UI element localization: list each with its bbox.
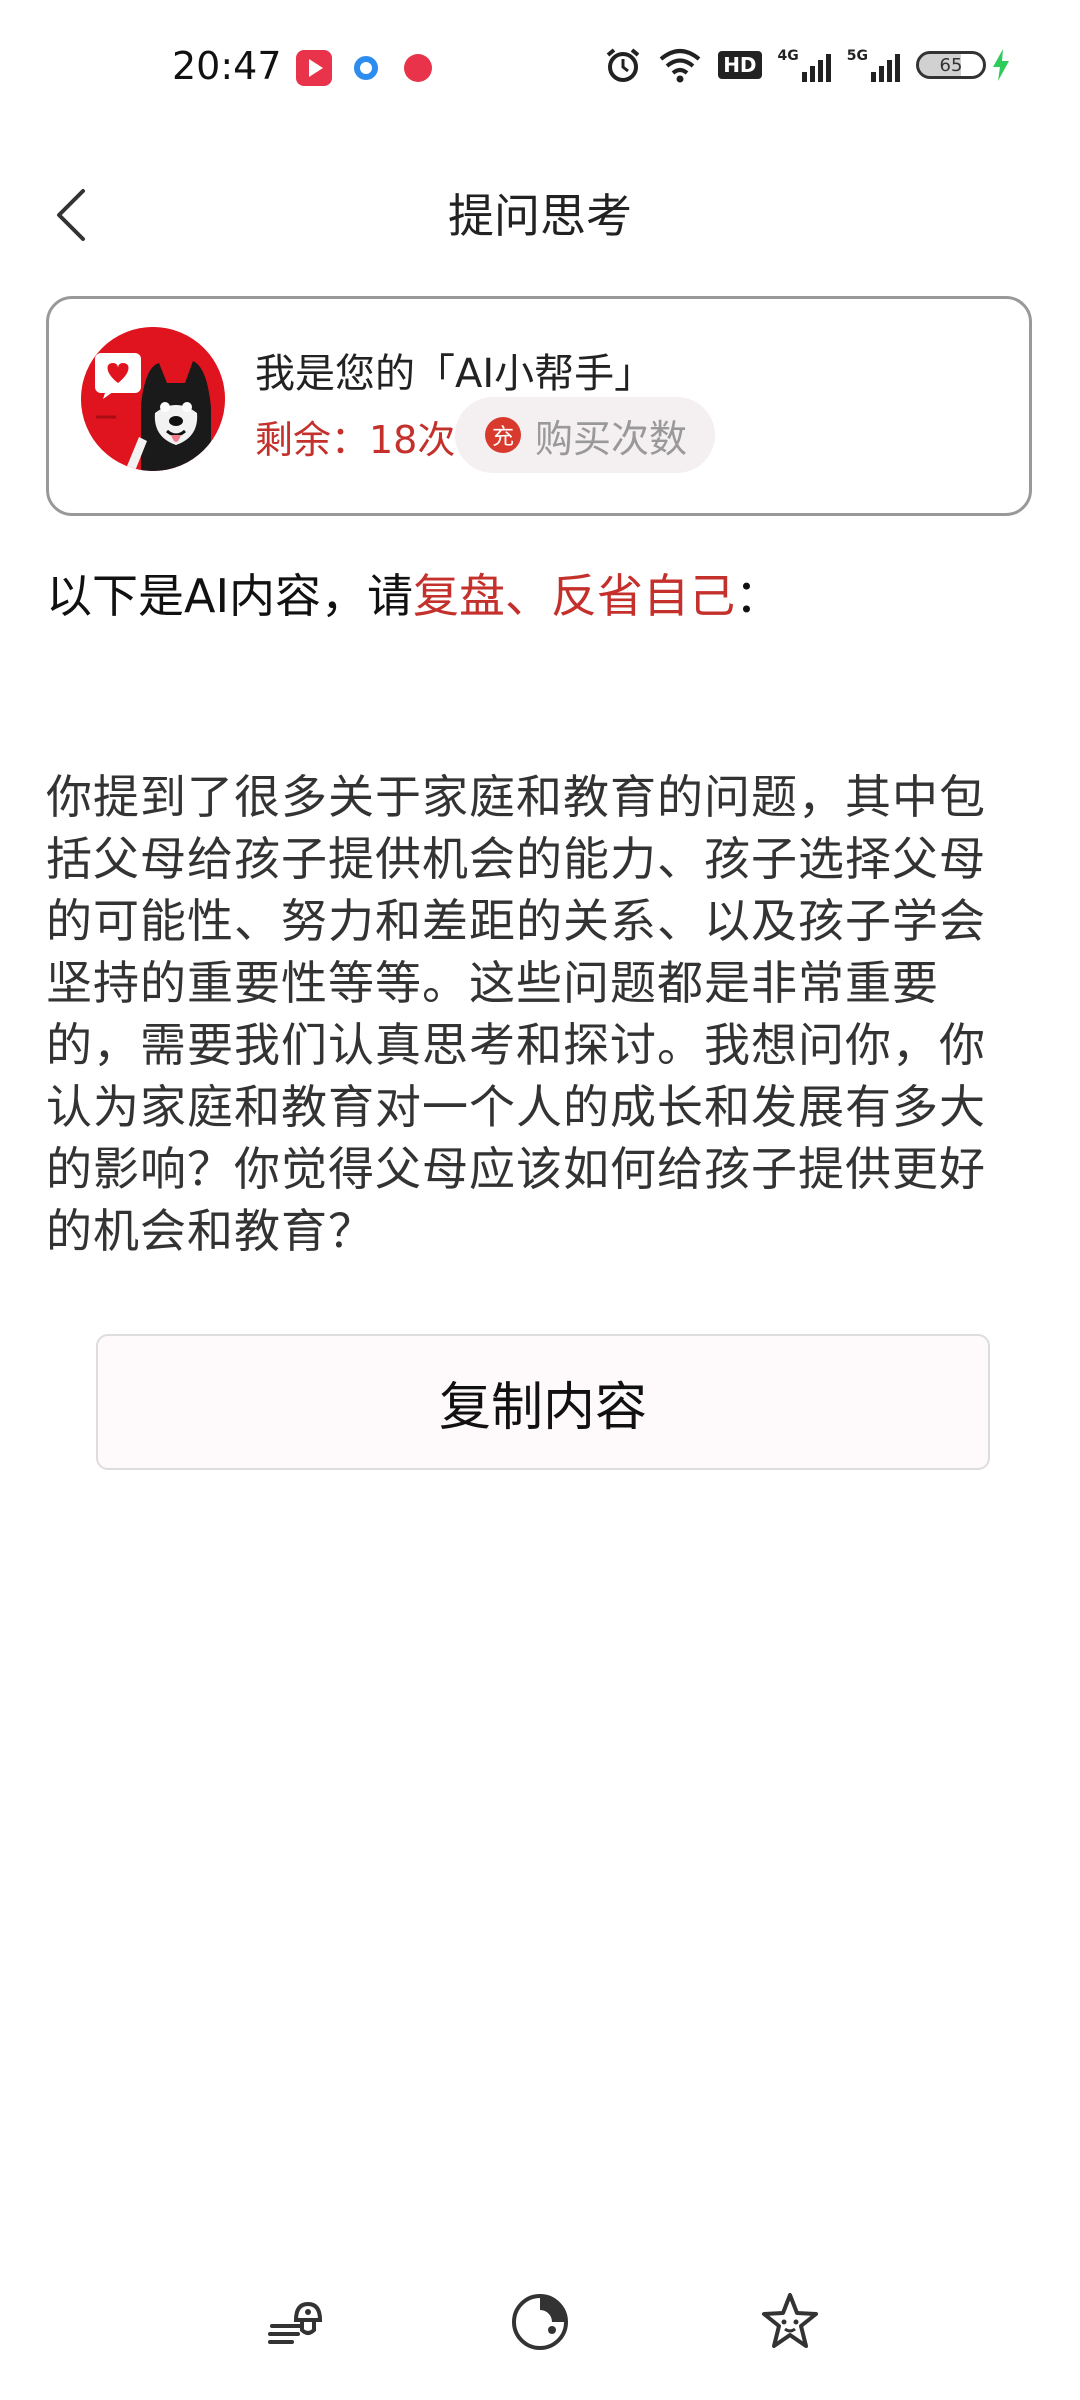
copy-content-button[interactable]: 复制内容 xyxy=(96,1334,990,1470)
recharge-icon: 充 xyxy=(485,417,521,453)
ai-assistant-name: 我是您的「AI小帮手」 xyxy=(255,351,655,397)
system-status-icons: HD 4G 5G 65 xyxy=(604,46,1010,84)
blue-dot-app-icon xyxy=(348,50,384,86)
5g-label: 5G xyxy=(846,48,868,64)
battery-level: 65 xyxy=(939,54,963,76)
red-record-app-icon xyxy=(400,50,436,86)
intro-line: 以下是AI内容，请复盘、反省自己： xyxy=(46,560,781,626)
status-bar: 20:47 HD 4G 5G 65 xyxy=(0,0,1080,140)
tools-icon[interactable] xyxy=(262,2290,326,2354)
intro-highlight: 复盘、反省自己 xyxy=(413,569,736,623)
clock-icon[interactable] xyxy=(508,2290,572,2354)
bottom-nav xyxy=(0,2250,1080,2400)
star-face-icon[interactable] xyxy=(758,2290,822,2354)
4g-label: 4G xyxy=(777,48,799,64)
remaining-count: 剩余：18次 xyxy=(255,418,456,462)
intro-suffix: ： xyxy=(735,569,782,623)
dog-avatar-icon xyxy=(81,327,225,471)
ai-assistant-card: 我是您的「AI小帮手」 剩余：18次 充 购买次数 xyxy=(46,296,1032,516)
hd-label: HD xyxy=(723,53,757,77)
intro-prefix: 以下是AI内容，请 xyxy=(46,569,414,623)
hd-icon: HD xyxy=(718,51,762,79)
wifi-icon xyxy=(659,49,701,83)
ai-content-text: 你提到了很多关于家庭和教育的问题，其中包括父母给孩子提供机会的能力、孩子选择父母… xyxy=(46,770,986,1258)
charging-icon xyxy=(993,49,1009,81)
video-app-icon xyxy=(296,50,332,86)
4g-signal-icon: 4G xyxy=(778,48,831,82)
page-title: 提问思考 xyxy=(448,189,632,243)
status-time: 20:47 xyxy=(172,44,282,88)
buy-count-label: 购买次数 xyxy=(535,416,688,461)
5g-signal-icon: 5G xyxy=(847,48,900,82)
header: 提问思考 xyxy=(0,140,1080,320)
buy-count-button[interactable]: 充 购买次数 xyxy=(455,397,716,473)
battery-icon: 65 xyxy=(916,49,1010,81)
alarm-icon xyxy=(606,48,640,82)
